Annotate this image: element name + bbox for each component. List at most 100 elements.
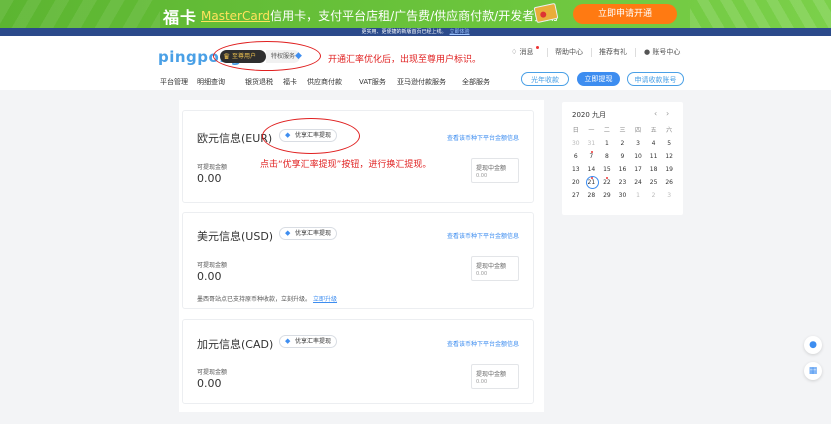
calendar-week-row: 20 21 22 23 24 25 26 [568, 176, 677, 189]
calendar-weekday: 六 [666, 127, 673, 134]
calendar-day[interactable]: 9 [615, 150, 631, 163]
view-platform-amount-link[interactable]: 查看该币种下平台金额信息 [447, 231, 519, 240]
preferential-withdraw-button[interactable]: ◆ 优享汇率提现 [279, 227, 338, 240]
calendar-weekday: 一 [588, 127, 595, 134]
calendar-day[interactable]: 29 [599, 189, 615, 202]
withdrawing-label: 提现中金额 [476, 165, 507, 172]
calendar-day[interactable]: 20 [568, 176, 584, 189]
calendar-grid: 日一二三四五六 30 31 1 2 3 4 5 6 7 8 9 10 11 12 13 14 15 16 17 18 19… [568, 124, 677, 202]
calendar-weekday: 日 [572, 127, 579, 134]
help-center-link[interactable]: 帮助中心 [555, 47, 583, 57]
messages-link[interactable]: ♢ 消息 [511, 47, 534, 57]
calendar-day[interactable]: 26 [661, 176, 677, 189]
chat-icon[interactable]: ● [804, 336, 822, 354]
calendar-day[interactable]: 22 [599, 176, 615, 189]
banner-apply-button[interactable]: 立即申请开通 [573, 4, 677, 24]
banner-tagline-text: 信用卡，支付平台店租/广告费/供应商付款/开发者费用 [270, 9, 559, 23]
calendar-day[interactable]: 13 [568, 163, 584, 176]
calendar-day[interactable]: 8 [599, 150, 615, 163]
notice-bar: 更实用、更便捷的新版首页已经上线。 立即体验 [0, 28, 831, 36]
banner-brand: MasterCard [201, 9, 271, 23]
nav-platform[interactable]: 平台管理 [160, 77, 188, 87]
nav-details[interactable]: 明细查询 [197, 77, 225, 87]
withdrawing-value: 0.00 [476, 173, 488, 179]
event-dot [606, 177, 609, 179]
annotation-card-note: 点击“优享汇率提现”按钮，进行换汇提现。 [260, 160, 432, 170]
notice-link[interactable]: 立即体验 [450, 29, 470, 35]
calendar-day[interactable]: 3 [630, 137, 646, 150]
referral-link[interactable]: 推荐有礼 [599, 47, 627, 57]
calendar-day[interactable]: 1 [599, 137, 615, 150]
calendar-week-row: 30 31 1 2 3 4 5 [568, 137, 677, 150]
calendar-day[interactable]: 30 [568, 137, 584, 150]
card-title: 加元信息(CAD) [197, 338, 274, 351]
chevron-left-icon[interactable]: ‹ [654, 109, 657, 118]
calendar-day[interactable]: 30 [615, 189, 631, 202]
calendar-day[interactable]: 17 [630, 163, 646, 176]
withdrawing-amount-box: 提现中金额 0.00 [471, 256, 519, 281]
calendar-day[interactable]: 15 [599, 163, 615, 176]
calendar-day[interactable]: 21 [584, 176, 600, 189]
divider [547, 48, 548, 57]
banner-tagline: MasterCard信用卡，支付平台店租/广告费/供应商付款/开发者费用 [201, 7, 558, 24]
view-platform-amount-link[interactable]: 查看该币种下平台金额信息 [447, 339, 519, 348]
calendar-day[interactable]: 24 [630, 176, 646, 189]
banner-gift-decoration [690, 0, 831, 28]
charge-button[interactable]: 光年收款 [521, 72, 569, 86]
bell-icon: ♢ [511, 48, 518, 56]
withdraw-button[interactable]: 立即提现 [577, 72, 620, 86]
calendar-day[interactable]: 11 [646, 150, 662, 163]
calendar-day[interactable]: 25 [646, 176, 662, 189]
apply-account-button[interactable]: 申请收款账号 [627, 72, 684, 86]
calendar-day[interactable]: 16 [615, 163, 631, 176]
calendar-day[interactable]: 12 [661, 150, 677, 163]
calendar-day[interactable]: 4 [646, 137, 662, 150]
calendar-day[interactable]: 14 [584, 163, 600, 176]
calendar-day[interactable]: 28 [584, 189, 600, 202]
calendar-day[interactable]: 2 [646, 189, 662, 202]
calendar-day[interactable]: 3 [661, 189, 677, 202]
card-title: 欧元信息(EUR) [197, 132, 273, 145]
calendar-day[interactable]: 27 [568, 189, 584, 202]
qrcode-icon[interactable]: ▦ [804, 362, 822, 380]
calendar-week-row: 6 7 8 9 10 11 12 [568, 150, 677, 163]
calendar-day[interactable]: 19 [661, 163, 677, 176]
calendar-day[interactable]: 6 [568, 150, 584, 163]
preferential-withdraw-button[interactable]: ◆ 优享汇率提现 [279, 335, 338, 348]
user-icon: ● [644, 48, 651, 56]
annotation-ellipse-header [213, 41, 321, 71]
upgrade-notice: 墨西哥站点已支持原币种收款，立刻升级。 立即升级 [197, 294, 337, 303]
available-amount-label: 可提现金额 [197, 369, 228, 376]
nav-all-services[interactable]: 全部服务 [462, 77, 490, 87]
nav-vat[interactable]: VAT服务 [359, 77, 386, 87]
messages-label: 消息 [519, 48, 534, 56]
calendar-day[interactable]: 1 [630, 189, 646, 202]
calendar-day[interactable]: 10 [630, 150, 646, 163]
button-label: 优享汇率提现 [295, 338, 332, 345]
account-label: 账号中心 [652, 48, 681, 56]
nav-amazon-payment[interactable]: 亚马逊付款服务 [397, 77, 446, 87]
promo-banner[interactable]: 福卡 MasterCard信用卡，支付平台店租/广告费/供应商付款/开发者费用 … [0, 0, 831, 28]
event-dot [590, 151, 593, 153]
calendar-day[interactable]: 7 [584, 150, 600, 163]
withdrawing-amount-box: 提现中金额 0.00 [471, 158, 519, 183]
calendar-weekday: 二 [603, 127, 610, 134]
upgrade-link[interactable]: 立即升级 [313, 296, 337, 303]
card-title: 美元信息(USD) [197, 230, 274, 243]
currency-card-cad: 加元信息(CAD) ◆ 优享汇率提现 查看该币种下平台金额信息 可提现金额 0.0… [182, 319, 534, 404]
calendar-day[interactable]: 23 [615, 176, 631, 189]
available-amount-label: 可提现金额 [197, 164, 228, 171]
nav-tax-refund[interactable]: 银货退税 [245, 77, 273, 87]
upgrade-notice-text: 墨西哥站点已支持原币种收款，立刻升级。 [197, 296, 312, 303]
nav-fuka[interactable]: 福卡 [283, 77, 297, 87]
calendar-weekday: 四 [635, 127, 642, 134]
view-platform-amount-link[interactable]: 查看该币种下平台金额信息 [447, 133, 519, 142]
calendar-day[interactable]: 5 [661, 137, 677, 150]
chevron-right-icon[interactable]: › [666, 109, 669, 118]
account-center-link[interactable]: ● 账号中心 [644, 47, 680, 57]
calendar-day[interactable]: 18 [646, 163, 662, 176]
calendar-day[interactable]: 31 [584, 137, 600, 150]
calendar-weekday: 五 [650, 127, 657, 134]
nav-supplier-payment[interactable]: 供应商付款 [307, 77, 342, 87]
calendar-day[interactable]: 2 [615, 137, 631, 150]
